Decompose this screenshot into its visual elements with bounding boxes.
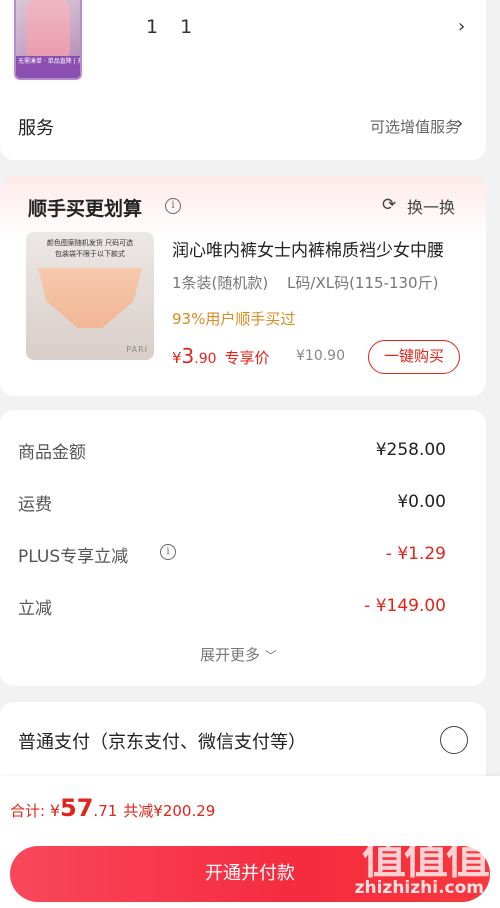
addon-spec-size: L码/XL码(115-130斤) [287, 274, 439, 292]
addon-product-spec[interactable]: 1条装(随机款) L码/XL码(115-130斤) [172, 272, 438, 293]
plus-discount-info-icon[interactable]: i [160, 544, 176, 560]
info-icon[interactable]: i [165, 198, 181, 214]
addon-spec-count: 1条装(随机款) [172, 274, 269, 292]
addon-image-brand: PARI [126, 345, 148, 354]
addon-price-cents: .90 [194, 351, 217, 367]
product-thumbnail-figure [26, 0, 70, 56]
addon-price: ¥3.90 专享价 [172, 344, 270, 368]
refresh-button[interactable]: 换一换 [407, 194, 455, 218]
open-and-pay-button[interactable]: 开通并付款 [10, 846, 490, 902]
product-thumbnail-promo: 无需凑单 · 单品直降 | 开播官方直营 [16, 56, 80, 78]
service-label: 服务 [18, 118, 54, 139]
total-int: 57 [60, 794, 94, 822]
addon-product-image[interactable]: 颜色图案随机发货 尺码可选 包装袋不限于以下款式 PARI [26, 232, 154, 360]
addon-product-name[interactable]: 润心唯内裤女士内裤棉质裆少女中腰 [172, 236, 462, 261]
addon-title: 顺手买更划算 [28, 198, 143, 220]
addon-original-price: ¥10.90 [296, 348, 345, 364]
addon-image-banner: 颜色图案随机发货 尺码可选 包装袋不限于以下款式 [26, 238, 154, 260]
total-label: 合计: [10, 802, 50, 820]
summary-goods-amount-value: ¥258.00 [375, 440, 446, 460]
summary-instant-discount-label: 立减 [18, 599, 52, 619]
chevron-down-icon: ﹀ [264, 649, 277, 663]
expand-more-label: 展开更多 [200, 646, 261, 664]
service-chevron-right-icon[interactable]: › [456, 113, 463, 134]
one-click-buy-button[interactable]: 一键购买 [368, 340, 460, 374]
summary-shipping-label: 运费 [18, 495, 52, 515]
addon-price-int: 3 [181, 344, 195, 368]
addon-image-garment [38, 268, 142, 328]
service-hint[interactable]: 可选增值服务 [370, 116, 460, 137]
summary-plus-discount-label: PLUS专享立减 [18, 547, 129, 567]
order-total: 合计: ¥57.71 共减¥200.29 [10, 794, 215, 822]
summary-shipping-value: ¥0.00 [397, 492, 446, 512]
addon-image-banner-line1: 颜色图案随机发货 尺码可选 [46, 239, 134, 247]
addon-price-yen: ¥ [172, 349, 182, 367]
total-cents: .71 [93, 802, 118, 820]
chevron-right-icon[interactable]: › [458, 16, 465, 37]
total-yen: ¥ [49, 801, 61, 820]
product-thumbnail[interactable]: 无需凑单 · 单品直降 | 开播官方直营 [14, 0, 82, 80]
summary-plus-discount-value: - ¥1.29 [385, 544, 446, 564]
refresh-icon[interactable]: ⟳ [382, 195, 396, 215]
payment-method-label[interactable]: 普通支付（京东支付、微信支付等） [18, 728, 306, 754]
addon-price-label: 专享价 [224, 349, 270, 367]
summary-goods-amount-label: 商品金额 [18, 443, 86, 463]
addon-image-banner-line2: 包装袋不限于以下款式 [55, 250, 125, 258]
addon-popularity: 93%用户顺手买过 [172, 310, 296, 328]
summary-instant-discount-value: - ¥149.00 [364, 596, 446, 616]
payment-radio-icon[interactable] [440, 726, 468, 754]
total-discount: 共减¥200.29 [123, 802, 216, 820]
product-quantity: 1 1 [146, 16, 201, 38]
expand-more-button[interactable]: 展开更多 ﹀ [200, 644, 277, 665]
